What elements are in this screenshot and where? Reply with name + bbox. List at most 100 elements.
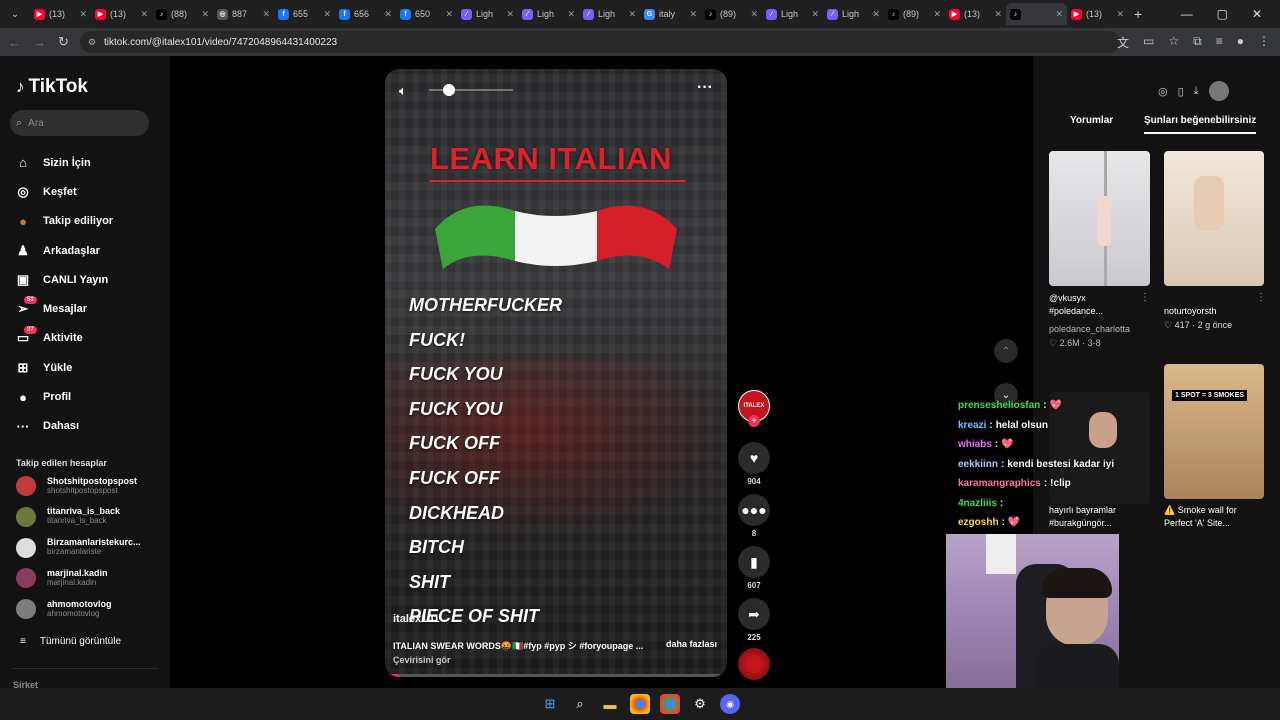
tab-close-icon[interactable]: ✕: [994, 9, 1002, 20]
sidebar-item-more[interactable]: ··· Dahası: [14, 412, 164, 441]
back-icon[interactable]: ←: [8, 35, 21, 50]
translate-icon[interactable]: 文: [1117, 34, 1129, 51]
tab-close-icon[interactable]: ✕: [445, 9, 453, 20]
extensions-icon[interactable]: ⧉: [1193, 34, 1202, 51]
suggested-thumb-4[interactable]: 1 SPOT = 3 SMOKES: [1164, 364, 1264, 499]
followed-account[interactable]: marjinal.kadin marjinal.kadin: [16, 564, 166, 592]
sidebar-item-compass[interactable]: ◎ Keşfet: [14, 177, 164, 206]
settings-icon[interactable]: ⚙: [690, 694, 710, 714]
tab-close-icon[interactable]: ✕: [750, 9, 758, 20]
sidebar-item-following[interactable]: ● Takip ediliyor: [14, 207, 164, 236]
start-icon[interactable]: ⊞: [540, 694, 560, 714]
suggested-more-icon-1[interactable]: ⋮: [1140, 292, 1150, 303]
browser-tab[interactable]: ♪ (89) ✕: [884, 3, 945, 25]
reading-list-icon[interactable]: ≡: [1216, 34, 1223, 51]
browser-tab[interactable]: f 656 ✕: [335, 3, 396, 25]
forward-icon[interactable]: →: [33, 35, 46, 50]
sidebar-item-friends[interactable]: ♟ Arkadaşlar: [14, 236, 164, 265]
browser-tab[interactable]: ⁄ Ligh ✕: [823, 3, 884, 25]
browser-tab[interactable]: Gitaly ✕: [640, 3, 701, 25]
sidebar-item-upload[interactable]: ⊞ Yükle: [14, 353, 164, 382]
minimize-icon[interactable]: —: [1181, 7, 1193, 21]
followed-account[interactable]: ahmomotovlog ahmomotovlog: [16, 595, 166, 623]
close-window-icon[interactable]: ✕: [1252, 7, 1262, 21]
user-avatar[interactable]: [1208, 81, 1229, 101]
share-action[interactable]: ➦ 225: [738, 598, 770, 642]
browser-tab[interactable]: f 650 ✕: [396, 3, 457, 25]
suggested-thumb-1[interactable]: [1049, 151, 1150, 286]
music-disc-icon[interactable]: [738, 648, 770, 680]
browser-tab[interactable]: ▶ (13) ✕: [945, 3, 1006, 25]
translate-link[interactable]: Çevirisini gör: [393, 655, 451, 665]
maximize-icon[interactable]: ▢: [1217, 7, 1228, 21]
tab-close-icon[interactable]: ✕: [689, 9, 697, 20]
menu-icon[interactable]: ⋮: [1258, 34, 1270, 51]
taskbar-search-icon[interactable]: ⌕: [570, 694, 590, 714]
volume-slider-handle[interactable]: [443, 84, 455, 96]
suggested-thumb-2[interactable]: [1164, 151, 1264, 286]
tab-close-icon[interactable]: ✕: [323, 9, 331, 20]
comment-icon[interactable]: ●●●: [738, 494, 770, 526]
followed-account[interactable]: Birzamanlaristekurc... birzamanlariste: [16, 534, 166, 562]
coins-icon[interactable]: ◎: [1158, 85, 1168, 98]
tab-search-icon[interactable]: ⌄: [0, 9, 30, 20]
download-icon[interactable]: ⤓: [1194, 85, 1199, 98]
tab-close-icon[interactable]: ✕: [872, 9, 880, 20]
browser-tab[interactable]: ▶ (13) ✕: [91, 3, 152, 25]
browser-tab[interactable]: ▶ (13) ✕: [30, 3, 91, 25]
reload-icon[interactable]: ↻: [58, 34, 69, 50]
video-progress-bar[interactable]: [385, 674, 727, 677]
heart-icon[interactable]: ♥: [738, 442, 770, 474]
sidebar-item-live[interactable]: ▣ CANLI Yayın: [14, 265, 164, 294]
share-icon[interactable]: ➦: [738, 598, 770, 630]
save-action[interactable]: ▮ 607: [738, 546, 770, 590]
tab-close-icon[interactable]: ✕: [567, 9, 575, 20]
bookmark-icon[interactable]: ▮: [738, 546, 770, 578]
followed-account[interactable]: Shotshitpostopspost shotshitpostopspost: [16, 472, 166, 500]
tab-close-icon[interactable]: ✕: [628, 9, 636, 20]
browser-tab[interactable]: ◎ 887 ✕: [213, 3, 274, 25]
sidebar-item-home[interactable]: ⌂ Sizin İçin: [14, 148, 164, 177]
browser-tab[interactable]: ⁄ Ligh ✕: [579, 3, 640, 25]
more-link[interactable]: daha fazlası: [666, 639, 717, 649]
scroll-up-button[interactable]: ⌃: [994, 339, 1018, 363]
see-all-link[interactable]: ≡ Tümünü görüntüle: [20, 636, 121, 647]
tiktok-logo[interactable]: ♪ TikTok: [16, 76, 88, 98]
cast-icon[interactable]: ▭: [1143, 34, 1154, 51]
browser-tab[interactable]: ♪ (89) ✕: [701, 3, 762, 25]
follow-plus-icon[interactable]: +: [748, 415, 760, 427]
chrome-icon-2[interactable]: [660, 694, 680, 714]
volume-slider[interactable]: [429, 89, 513, 91]
tab-you-may-like[interactable]: Şunları beğenebilirsiniz: [1144, 115, 1257, 134]
tab-comments[interactable]: Yorumlar: [1070, 115, 1113, 126]
comment-action[interactable]: ●●● 8: [738, 494, 770, 538]
browser-tab[interactable]: ⁄ Ligh ✕: [457, 3, 518, 25]
site-info-icon[interactable]: ⚙: [88, 37, 96, 48]
device-icon[interactable]: ▯: [1178, 85, 1184, 98]
browser-tab[interactable]: ⁄ Ligh ✕: [518, 3, 579, 25]
bookmark-star-icon[interactable]: ☆: [1168, 34, 1179, 51]
browser-tab[interactable]: ♪ ✕: [1006, 3, 1067, 25]
tab-close-icon[interactable]: ✕: [262, 9, 270, 20]
volume-icon[interactable]: 🔈︎: [399, 83, 407, 99]
browser-tab[interactable]: ▶ (13) ✕: [1067, 3, 1128, 25]
like-action[interactable]: ♥ 904: [738, 442, 770, 486]
tab-close-icon[interactable]: ✕: [384, 9, 392, 20]
tab-close-icon[interactable]: ✕: [140, 9, 148, 20]
browser-tab[interactable]: ♪ (88) ✕: [152, 3, 213, 25]
followed-account[interactable]: titanriva_is_back titanriva_is_back: [16, 503, 166, 531]
browser-tab[interactable]: f 655 ✕: [274, 3, 335, 25]
profile-icon[interactable]: ●: [1237, 34, 1244, 51]
new-tab-button[interactable]: +: [1134, 6, 1142, 22]
browser-tab[interactable]: ⁄ Ligh ✕: [762, 3, 823, 25]
search-input[interactable]: ⌕ Ara: [10, 110, 149, 136]
tab-close-icon[interactable]: ✕: [933, 9, 941, 20]
video-author[interactable]: italex101: [393, 613, 439, 625]
video-more-icon[interactable]: ···: [697, 79, 713, 97]
tab-close-icon[interactable]: ✕: [506, 9, 514, 20]
tab-close-icon[interactable]: ✕: [79, 9, 87, 20]
sidebar-item-activity[interactable]: ▭ Aktivite 37: [14, 324, 164, 353]
sidebar-item-profile[interactable]: ● Profil: [14, 382, 164, 411]
tab-close-icon[interactable]: ✕: [1055, 9, 1063, 20]
chrome-icon[interactable]: [630, 694, 650, 714]
